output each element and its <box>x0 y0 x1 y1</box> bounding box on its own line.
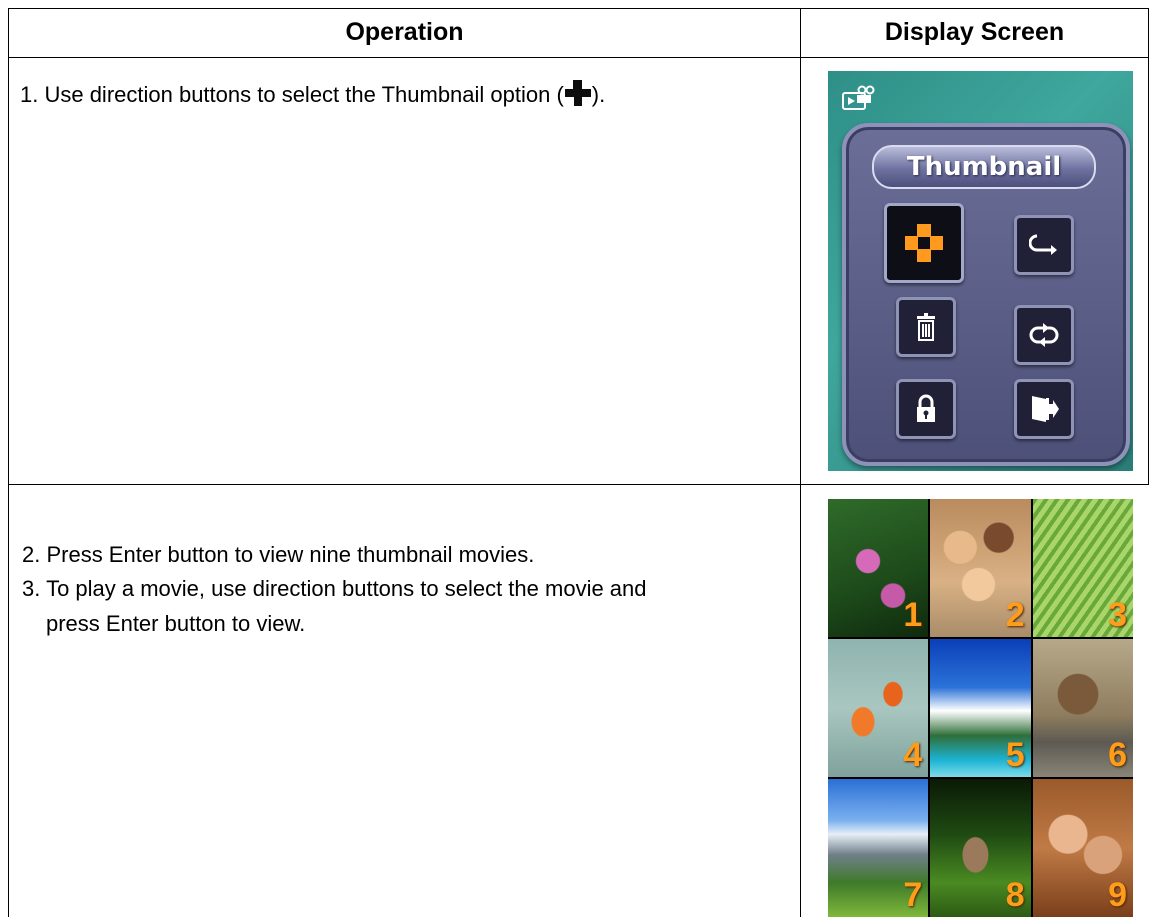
menu-title: Thumbnail <box>872 145 1096 189</box>
table-right-border <box>1148 8 1149 485</box>
step-2-text: 2. Press Enter button to view nine thumb… <box>22 542 535 567</box>
thumbnail-icon <box>564 80 591 106</box>
repeat-one-icon <box>1029 234 1057 255</box>
thumbnail-movie[interactable]: 7 <box>828 779 929 917</box>
thumbnail-movie[interactable]: 6 <box>1032 639 1133 777</box>
thumbnail-number: 4 <box>903 736 923 774</box>
delete-button[interactable] <box>896 297 956 357</box>
exit-button[interactable] <box>1014 379 1074 439</box>
thumbnail-number: 3 <box>1108 596 1127 634</box>
lock-icon <box>917 394 935 422</box>
thumbnail-menu-screen: Thumbnail <box>828 71 1133 471</box>
thumbnail-menu-button[interactable] <box>884 203 964 283</box>
step-3-text-continued: press Enter button to view. <box>46 611 306 636</box>
thumbnail-number: 8 <box>1005 876 1025 914</box>
step-1-text: 1. Use direction buttons to select the T… <box>20 79 605 111</box>
table-left-border <box>8 8 9 917</box>
thumbnail-movie[interactable]: 1 <box>828 499 929 637</box>
display-screen-header: Display Screen <box>884 18 1065 46</box>
table-header-divider <box>8 57 1149 58</box>
table-row-divider <box>8 484 1149 485</box>
movie-playback-icon <box>842 85 875 110</box>
thumbnail-number: 9 <box>1108 876 1127 914</box>
thumbnail-movie[interactable]: 9 <box>1032 779 1133 917</box>
thumbnail-number: 6 <box>1108 736 1127 774</box>
exit-icon <box>1032 396 1059 422</box>
thumbnail-number: 2 <box>1005 596 1025 634</box>
step-1-text-before: 1. Use direction buttons to select the T… <box>20 82 564 107</box>
thumbnail-movie[interactable]: 3 <box>1032 499 1133 637</box>
table-column-divider <box>800 8 801 917</box>
repeat-all-icon <box>1029 323 1059 347</box>
thumbnail-number: 1 <box>903 596 923 634</box>
thumbnail-movie[interactable]: 2 <box>930 499 1031 637</box>
repeat-one-button[interactable] <box>1014 215 1074 275</box>
thumbnail-movie[interactable]: 4 <box>828 639 929 777</box>
lock-button[interactable] <box>896 379 956 439</box>
menu-panel: Thumbnail <box>842 123 1130 466</box>
repeat-all-button[interactable] <box>1014 305 1074 365</box>
thumbnail-icon <box>905 224 943 262</box>
step-1-text-after: ). <box>591 82 606 107</box>
operation-header: Operation <box>345 18 464 46</box>
thumbnail-number: 7 <box>903 876 923 914</box>
step-3-text: 3. To play a movie, use direction button… <box>22 576 647 601</box>
thumbnail-movie[interactable]: 5 <box>930 639 1031 777</box>
thumbnail-grid-screen: 1 2 3 4 5 6 7 8 9 <box>828 499 1133 917</box>
thumbnail-number: 5 <box>1005 736 1025 774</box>
delete-icon <box>917 313 935 341</box>
thumbnail-movie[interactable]: 8 <box>930 779 1031 917</box>
